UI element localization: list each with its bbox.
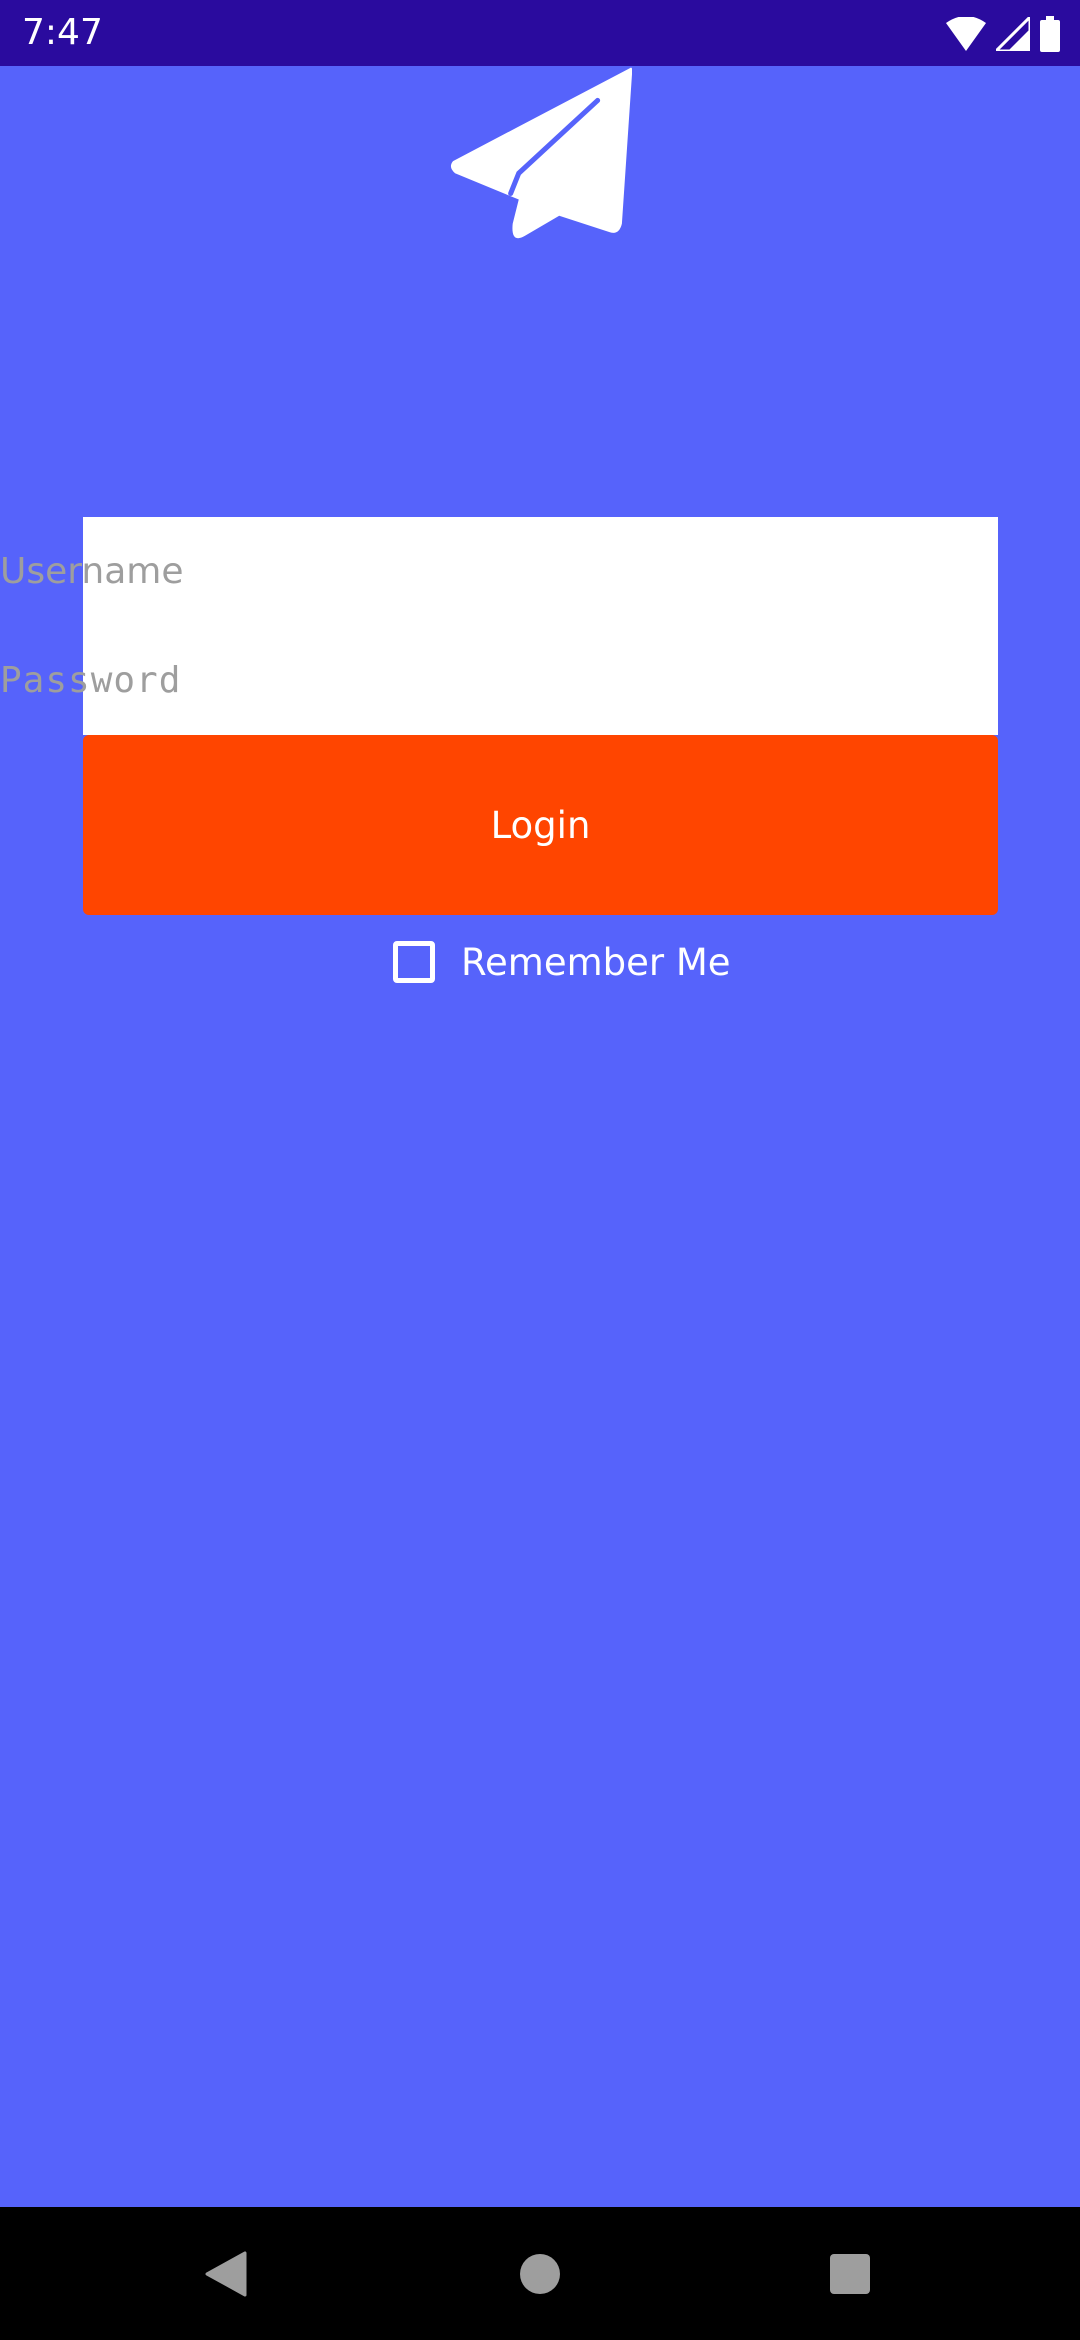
- username-input[interactable]: [0, 525, 915, 617]
- wifi-icon: [946, 17, 986, 51]
- home-button[interactable]: [470, 2207, 610, 2340]
- battery-icon: [1040, 16, 1060, 52]
- login-button-label: Login: [490, 803, 591, 847]
- status-icons: [946, 14, 1060, 54]
- remember-me-label[interactable]: Remember Me: [461, 941, 731, 984]
- signal-icon: [996, 17, 1030, 51]
- password-input[interactable]: [0, 634, 915, 726]
- navigation-bar: [0, 2207, 1080, 2340]
- remember-me-row[interactable]: Remember Me: [393, 937, 731, 987]
- recents-button[interactable]: [780, 2207, 920, 2340]
- recents-icon: [830, 2253, 870, 2294]
- paper-plane-icon: [450, 67, 632, 239]
- home-icon: [520, 2253, 560, 2294]
- back-icon: [205, 2251, 247, 2296]
- login-button[interactable]: Login: [83, 735, 998, 915]
- status-time: 7:47: [22, 12, 103, 53]
- back-button[interactable]: [156, 2207, 296, 2340]
- remember-me-checkbox[interactable]: [393, 941, 435, 983]
- status-bar: 7:47: [0, 0, 1080, 66]
